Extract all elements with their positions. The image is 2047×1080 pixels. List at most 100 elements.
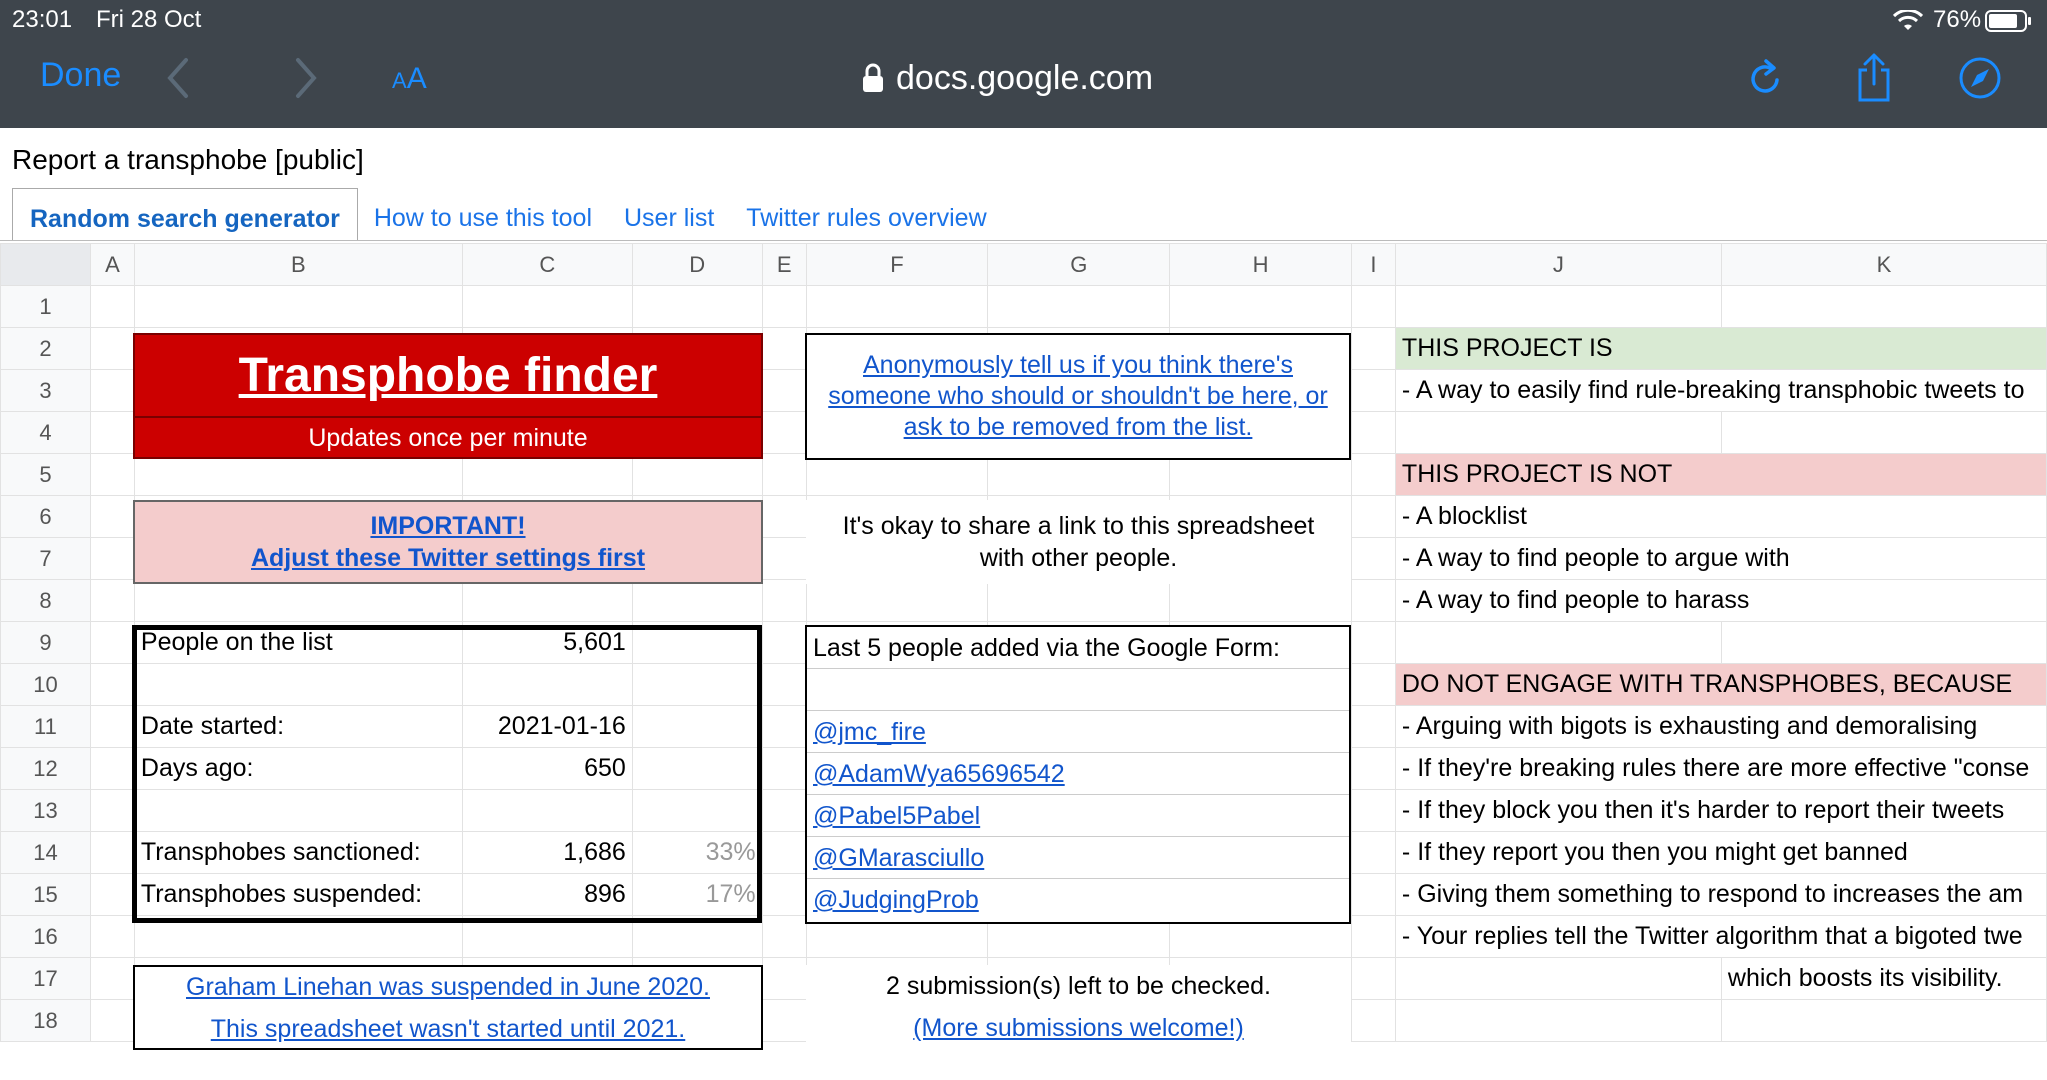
people-label[interactable]: People on the list [133, 621, 463, 664]
row-header[interactable]: 10 [0, 663, 91, 706]
column-header[interactable]: C [461, 243, 633, 286]
row-header[interactable]: 15 [0, 873, 91, 916]
table-row: 1 [0, 285, 2047, 328]
column-header[interactable]: B [133, 243, 463, 286]
adjust-settings-link[interactable]: Adjust these Twitter settings first [251, 542, 645, 574]
recent-user-link[interactable]: @jmc_fire [813, 718, 926, 746]
row-header[interactable]: 13 [0, 789, 91, 832]
project-is-item[interactable]: - A way to easily find rule-breaking tra… [1394, 369, 2047, 412]
row-header[interactable]: 2 [0, 327, 91, 370]
column-header[interactable]: D [631, 243, 763, 286]
sanctioned-percent[interactable]: 33% [631, 831, 763, 874]
anon-line[interactable]: Anonymously tell us if you think there's [853, 350, 1303, 381]
table-row: 8 - A way to find people to harass [0, 579, 2047, 622]
column-header[interactable]: I [1350, 243, 1396, 286]
list-item[interactable]: @GMarasciullo [807, 837, 1349, 879]
row-header[interactable]: 3 [0, 369, 91, 412]
recent-user-link[interactable]: @GMarasciullo [813, 844, 984, 872]
project-not-header[interactable]: THIS PROJECT IS NOT [1394, 453, 2047, 496]
select-all-corner[interactable] [0, 243, 91, 286]
row-header[interactable]: 14 [0, 831, 91, 874]
project-not-item[interactable]: - A way to find people to argue with [1394, 537, 2047, 580]
status-time: 23:01 [12, 6, 73, 33]
done-button[interactable]: Done [40, 56, 121, 95]
days-ago-label[interactable]: Days ago: [133, 747, 463, 790]
engage-item[interactable]: - Arguing with bigots is exhausting and … [1394, 705, 2047, 748]
suspended-percent[interactable]: 17% [631, 873, 763, 916]
days-ago-value[interactable]: 650 [461, 747, 633, 790]
anonymous-feedback-link[interactable]: Anonymously tell us if you think there's… [805, 333, 1351, 460]
row-header[interactable]: 12 [0, 747, 91, 790]
row-header[interactable]: 11 [0, 705, 91, 748]
list-item[interactable]: @JudgingProb [807, 879, 1349, 924]
tab-how-to-use[interactable]: How to use this tool [358, 188, 608, 241]
forward-chevron-icon[interactable] [290, 56, 320, 100]
people-value[interactable]: 5,601 [461, 621, 633, 664]
project-not-item[interactable]: - A way to find people to harass [1394, 579, 2047, 622]
column-header[interactable]: H [1169, 243, 1352, 286]
browser-toolbar: 23:01 Fri 28 Oct 76% Done AA docs.google… [0, 0, 2047, 128]
column-header[interactable]: F [805, 243, 989, 286]
aa-large-glyph: A [406, 62, 427, 95]
list-item[interactable]: @AdamWya65696542 [807, 753, 1349, 795]
column-header[interactable]: J [1394, 243, 1722, 286]
compass-icon[interactable] [1958, 52, 2002, 104]
engage-item[interactable]: - If they're breaking rules there are mo… [1394, 747, 2047, 790]
list-item[interactable]: @Pabel5Pabel [807, 795, 1349, 837]
engage-item[interactable]: - Giving them something to respond to in… [1394, 873, 2047, 916]
sanctioned-value[interactable]: 1,686 [461, 831, 633, 874]
recent-header[interactable]: Last 5 people added via the Google Form: [807, 627, 1349, 669]
row-header[interactable]: 1 [0, 285, 91, 328]
submissions-status: 2 submission(s) left to be checked. (Mor… [806, 965, 1351, 1049]
engage-item[interactable]: - Your replies tell the Twitter algorith… [1394, 915, 2047, 958]
row-header[interactable]: 16 [0, 915, 91, 958]
recent-spacer[interactable] [807, 669, 1349, 711]
engage-item[interactable]: - If they block you then it's harder to … [1394, 789, 2047, 832]
list-item[interactable]: @jmc_fire [807, 711, 1349, 753]
anon-line[interactable]: ask to be removed from the list. [894, 412, 1263, 443]
row-header[interactable]: 6 [0, 495, 91, 538]
row-header[interactable]: 18 [0, 999, 91, 1042]
important-settings-link[interactable]: IMPORTANT! Adjust these Twitter settings… [133, 500, 763, 584]
column-header[interactable]: K [1720, 243, 2047, 286]
engage-item[interactable]: - If they report you then you might get … [1394, 831, 2047, 874]
project-not-item[interactable]: - A blocklist [1394, 495, 2047, 538]
reader-text-size-button[interactable]: AA [392, 62, 427, 96]
date-started-value[interactable]: 2021-01-16 [461, 705, 633, 748]
recent-user-link[interactable]: @AdamWya65696542 [813, 760, 1065, 788]
column-header[interactable]: A [89, 243, 135, 286]
battery-percentage: 76% [1933, 6, 1982, 33]
tab-user-list[interactable]: User list [608, 188, 730, 241]
important-heading[interactable]: IMPORTANT! [370, 510, 525, 542]
aa-small-glyph: A [392, 68, 407, 93]
address-bar[interactable]: docs.google.com [862, 56, 1153, 100]
row-header[interactable]: 17 [0, 957, 91, 1000]
date-started-label[interactable]: Date started: [133, 705, 463, 748]
more-submissions-link[interactable]: (More submissions welcome!) [913, 1007, 1244, 1049]
tab-random-search-generator[interactable]: Random search generator [12, 188, 358, 241]
transphobe-finder-banner[interactable]: Transphobe finder Updates once per minut… [133, 333, 763, 459]
row-header[interactable]: 7 [0, 537, 91, 580]
suspended-label[interactable]: Transphobes suspended: [133, 873, 463, 916]
row-header[interactable]: 8 [0, 579, 91, 622]
row-header[interactable]: 9 [0, 621, 91, 664]
recent-user-link[interactable]: @JudgingProb [813, 886, 979, 914]
anon-line[interactable]: someone who should or shouldn't be here,… [818, 381, 1338, 412]
project-is-header[interactable]: THIS PROJECT IS [1394, 327, 2047, 370]
sanctioned-label[interactable]: Transphobes sanctioned: [133, 831, 463, 874]
back-chevron-icon[interactable] [164, 56, 194, 100]
share-icon[interactable] [1852, 52, 1896, 104]
graham-linehan-note[interactable]: Graham Linehan was suspended in June 202… [133, 965, 763, 1050]
row-header[interactable]: 5 [0, 453, 91, 496]
suspended-value[interactable]: 896 [461, 873, 633, 916]
row-header[interactable]: 4 [0, 411, 91, 454]
reload-icon[interactable] [1744, 52, 1788, 104]
column-header[interactable]: G [987, 243, 1171, 286]
graham-note-line[interactable]: This spreadsheet wasn't started until 20… [211, 1008, 686, 1050]
recent-user-link[interactable]: @Pabel5Pabel [813, 802, 980, 830]
engage-header[interactable]: DO NOT ENGAGE WITH TRANSPHOBES, BECAUSE [1394, 663, 2047, 706]
engage-item-continued[interactable]: which boosts its visibility. [1720, 957, 2047, 1000]
tab-twitter-rules[interactable]: Twitter rules overview [730, 188, 1002, 241]
column-header[interactable]: E [761, 243, 807, 286]
graham-note-line[interactable]: Graham Linehan was suspended in June 202… [186, 966, 710, 1008]
